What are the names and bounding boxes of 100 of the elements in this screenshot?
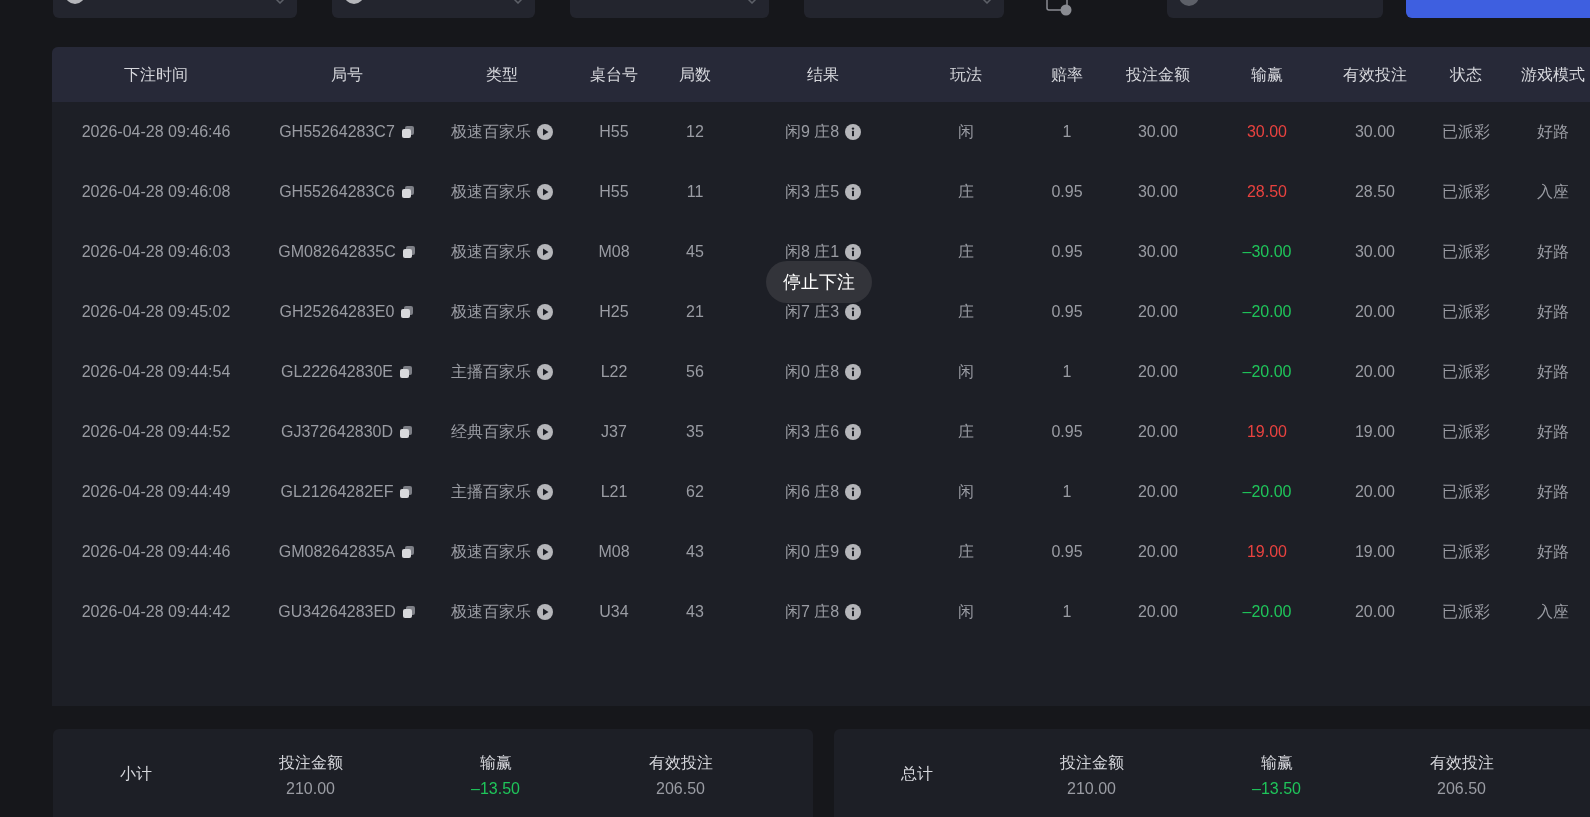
table-cell-text: 1 [1062,362,1072,382]
table-cell-text: H25 [599,302,629,322]
play-icon[interactable] [537,424,553,440]
table-cell-text: 20.00 [1137,482,1178,502]
copy-icon[interactable] [399,485,414,499]
summary-value: 206.50 [656,779,705,799]
play-icon[interactable] [537,364,553,380]
table-cell-text: 好路 [1537,302,1569,322]
info-icon[interactable] [845,424,862,440]
play-icon[interactable] [537,244,553,260]
play-icon[interactable] [537,544,553,560]
info-icon[interactable] [845,544,862,560]
table-cell-text: 庄 [958,542,974,562]
table-cell-text: M08 [598,542,630,562]
table-cell-text: 极速百家乐 [451,302,531,322]
info-icon[interactable] [845,484,862,500]
table-cell-text: 极速百家乐 [451,242,531,262]
info-icon[interactable] [845,304,862,320]
table-cell-text: 闲0 庄9 [784,542,840,562]
table-cell-text: GM082642835A [278,542,396,562]
play-icon[interactable] [537,604,553,620]
table-cell-text: GM082642835C [278,242,396,262]
table-cell-text: 主播百家乐 [451,482,531,502]
table-cell-text: –20.00 [1242,302,1292,322]
table-cell-text: 19.00 [1354,422,1395,442]
copy-icon[interactable] [399,365,414,379]
table-cell-text: 21 [686,302,704,322]
info-icon[interactable] [845,604,862,620]
summary-value: 206.50 [1437,779,1486,799]
info-icon[interactable] [845,244,862,260]
table-cell-text: 闲 [958,362,974,382]
table-cell-text: 20.00 [1354,362,1395,382]
table-cell-text: 闲3 庄5 [784,182,840,202]
table-cell-text: 经典百家乐 [451,422,531,442]
table-cell-text: GU34264283ED [278,602,396,622]
table-cell-text: GH25264283E0 [279,302,395,322]
table-cell-text: 20.00 [1137,362,1178,382]
table-cell-text: 30.00 [1354,242,1395,262]
table-cell-text: GH55264283C7 [279,122,395,142]
column-header: 有效投注 [1343,64,1407,85]
column-header: 桌台号 [590,64,638,85]
table-cell-text: 已派彩 [1442,482,1490,502]
table-cell-text: 19.00 [1246,542,1287,562]
info-icon[interactable] [845,124,862,140]
info-icon[interactable] [845,364,862,380]
table-cell-text: GL21264282EF [280,482,394,502]
summary-label: 投注金额 [278,753,343,773]
column-header: 局数 [679,64,711,85]
table-cell-text: 闲8 庄1 [784,242,840,262]
table-cell-text: 2026-04-28 09:44:46 [81,542,231,562]
copy-icon[interactable] [401,605,416,619]
table-cell-text: 好路 [1537,362,1569,382]
copy-icon[interactable] [400,185,415,199]
table-cell-text: 极速百家乐 [451,122,531,142]
table-cell-text: M08 [598,242,630,262]
table-cell-text: 20.00 [1137,602,1178,622]
table-cell-text: 好路 [1537,242,1569,262]
table-cell-text: –20.00 [1242,362,1292,382]
column-header: 赔率 [1051,64,1083,85]
table-cell-text: 1 [1062,602,1072,622]
column-header: 游戏模式 [1521,64,1585,85]
table-cell-text: 好路 [1537,422,1569,442]
summary-value: 210.00 [286,779,335,799]
copy-icon[interactable] [400,125,415,139]
copy-icon[interactable] [401,245,416,259]
column-header: 输赢 [1251,64,1283,85]
table-cell-text: 主播百家乐 [451,362,531,382]
column-header: 状态 [1450,64,1482,85]
table-cell-text: –20.00 [1242,482,1292,502]
play-icon[interactable] [537,124,553,140]
table-cell-text: –20.00 [1242,602,1292,622]
info-icon[interactable] [845,184,862,200]
table-cell-text: 闲 [958,602,974,622]
table-cell-text: 0.95 [1051,302,1083,322]
table-cell-text: 闲3 庄6 [784,422,840,442]
table-cell-text: 20.00 [1137,422,1178,442]
copy-icon[interactable] [401,545,416,559]
table-cell-text: 好路 [1537,122,1569,142]
table-cell-text: GH55264283C6 [279,182,395,202]
table-cell-text: 2026-04-28 09:46:03 [81,242,231,262]
table-cell-text: 2026-04-28 09:46:46 [81,122,231,142]
copy-icon[interactable] [400,305,415,319]
summary-label: 输赢 [479,753,512,773]
summary-title: 总计 [900,764,933,784]
summary-label: 有效投注 [648,753,713,773]
copy-icon[interactable] [399,425,414,439]
table-cell-text: 庄 [958,182,974,202]
table-cell-text: 56 [686,362,704,382]
table-cell-text: 28.50 [1354,182,1395,202]
table-cell-text: 已派彩 [1442,122,1490,142]
play-icon[interactable] [537,304,553,320]
column-header: 局号 [331,64,363,85]
table-cell-text: 闲 [958,482,974,502]
table-cell-text: 好路 [1537,482,1569,502]
play-icon[interactable] [537,184,553,200]
table-cell-text: 庄 [958,422,974,442]
table-cell-text: 2026-04-28 09:44:54 [81,362,231,382]
table-cell-text: 12 [686,122,704,142]
play-icon[interactable] [537,484,553,500]
table-cell-text: GL222642830E [280,362,394,382]
